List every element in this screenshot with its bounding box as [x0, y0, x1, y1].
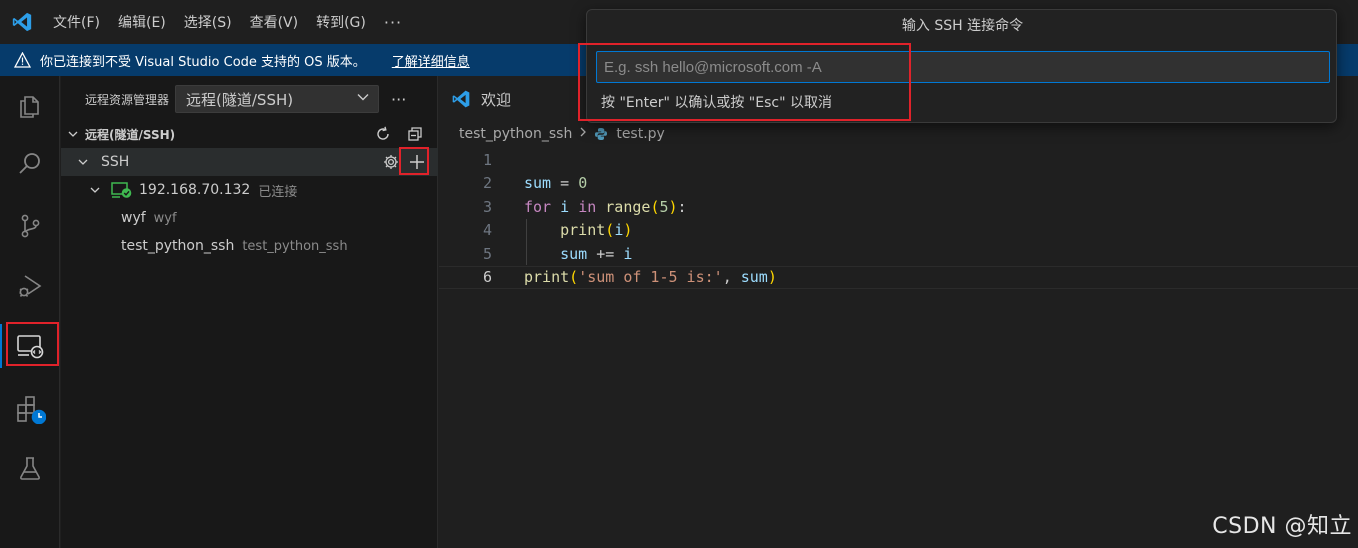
chevron-down-icon — [65, 126, 81, 142]
breadcrumb: test_python_ssh test.py — [459, 122, 665, 146]
tab-label: 欢迎 — [481, 90, 512, 109]
code-line: 4 print(i) — [439, 219, 1358, 243]
watermark: CSDN @知立 — [1212, 514, 1352, 539]
menu-view[interactable]: 查看(V) — [241, 0, 308, 44]
chevron-down-icon — [87, 182, 103, 198]
code-line: 5 sum += i — [439, 242, 1358, 266]
remote-folder-name: test_python_ssh — [121, 238, 235, 254]
activity-bar — [0, 76, 60, 548]
code-line: 3 for i in range(5): — [439, 195, 1358, 219]
sidebar-header: 远程资源管理器 远程(隧道/SSH) ··· — [61, 84, 438, 114]
remote-folder-path: test_python_ssh — [242, 238, 348, 254]
vscode-logo-icon — [451, 88, 473, 110]
banner-learn-more-link[interactable]: 了解详细信息 — [392, 51, 470, 70]
section-title: 远程(隧道/SSH) — [85, 127, 176, 142]
source-control-icon[interactable] — [0, 198, 60, 254]
search-icon[interactable] — [0, 136, 60, 192]
chevron-right-icon — [578, 126, 588, 142]
code-text: sum = 0 — [524, 174, 588, 193]
menu-edit[interactable]: 编辑(E) — [109, 0, 175, 44]
refresh-icon[interactable] — [372, 123, 394, 145]
breadcrumb-folder[interactable]: test_python_ssh — [459, 126, 572, 142]
ssh-input-highlight — [578, 43, 911, 121]
code-editor[interactable]: 1 2 sum = 0 3 for i in range(5): 4 print… — [439, 148, 1358, 289]
sidebar-more-button[interactable]: ··· — [391, 90, 406, 109]
breadcrumb-file[interactable]: test.py — [616, 126, 665, 142]
code-text: print(i) — [560, 221, 633, 240]
quick-input-title: 输入 SSH 连接命令 — [901, 18, 1024, 34]
remote-type-select[interactable]: 远程(隧道/SSH) — [175, 85, 380, 113]
section-header-remote[interactable]: 远程(隧道/SSH) — [61, 120, 438, 148]
remote-folder-path: wyf — [153, 210, 177, 226]
code-text: for i in range(5): — [524, 197, 687, 216]
indent-guide — [526, 219, 527, 265]
editor-area: 欢迎 test_python_ssh test.py 1 2 sum = 0 3… — [439, 76, 1358, 548]
line-number: 5 — [482, 244, 492, 263]
ssh-host-status: 已连接 — [258, 184, 298, 200]
remote-folder-item[interactable]: test_python_ssh test_python_ssh — [61, 232, 438, 260]
remote-folder-name: wyf — [121, 210, 146, 226]
menu-file[interactable]: 文件(F) — [44, 0, 109, 44]
testing-icon[interactable] — [0, 440, 60, 496]
line-number: 2 — [482, 174, 492, 193]
add-ssh-host-highlight — [399, 147, 429, 175]
menu-more-button[interactable]: ··· — [375, 13, 411, 32]
warning-icon — [14, 51, 32, 69]
python-file-icon — [594, 126, 610, 142]
collapse-all-icon[interactable] — [404, 123, 426, 145]
ssh-host-row[interactable]: 192.168.70.132 已连接 — [61, 176, 438, 204]
remote-explorer-sidebar: 远程资源管理器 远程(隧道/SSH) ··· 远程(隧道/SSH) SSH 19… — [61, 76, 438, 548]
line-number: 1 — [482, 150, 492, 169]
sidebar-title: 远程资源管理器 — [85, 92, 170, 107]
code-line-current: 6 print('sum of 1-5 is:', sum) — [439, 265, 1358, 289]
chevron-down-icon — [356, 90, 370, 108]
code-line: 1 — [439, 148, 1358, 172]
run-debug-icon[interactable] — [0, 258, 60, 314]
extensions-icon[interactable] — [0, 380, 60, 436]
section-actions — [372, 120, 426, 148]
tab-welcome[interactable]: 欢迎 — [439, 84, 511, 114]
remote-folder-item[interactable]: wyf wyf — [61, 204, 438, 232]
menu-go[interactable]: 转到(G) — [307, 0, 375, 44]
banner-message: 你已连接到不受 Visual Studio Code 支持的 OS 版本。 — [40, 54, 366, 70]
explorer-icon[interactable] — [0, 78, 60, 134]
line-number: 4 — [482, 221, 492, 240]
vscode-logo-icon — [0, 0, 44, 44]
ssh-group-row[interactable]: SSH — [61, 148, 438, 176]
code-line: 2 sum = 0 — [439, 172, 1358, 196]
ssh-host-name: 192.168.70.132 — [139, 182, 251, 198]
ssh-group-label: SSH — [101, 154, 130, 170]
code-text: sum += i — [560, 244, 633, 263]
line-number: 3 — [482, 197, 492, 216]
chevron-down-icon — [75, 154, 91, 170]
line-number: 6 — [482, 268, 492, 287]
menu-selection[interactable]: 选择(S) — [175, 0, 241, 44]
remote-type-select-value: 远程(隧道/SSH) — [186, 90, 294, 109]
remote-explorer-highlight — [6, 322, 59, 366]
connected-host-icon — [111, 181, 133, 199]
code-text: print('sum of 1-5 is:', sum) — [524, 268, 777, 287]
